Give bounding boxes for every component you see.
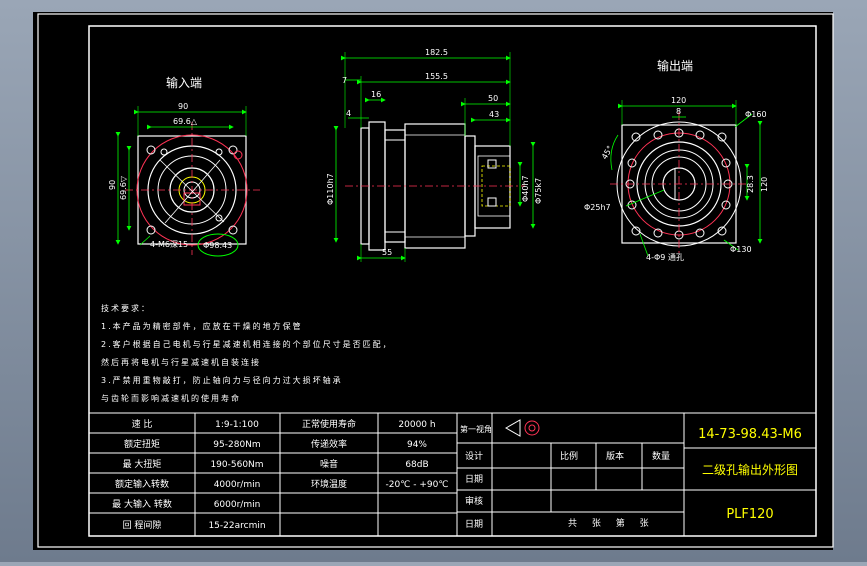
label-review: 审核 bbox=[465, 495, 483, 507]
label-version: 版本 bbox=[606, 450, 624, 462]
spec-r4-c1: 6000r/min bbox=[214, 500, 261, 510]
spec-r5-c1: 15-22arcmin bbox=[208, 521, 265, 531]
notes-line-5: 与齿轮而影响减速机的使用寿命 bbox=[101, 393, 241, 403]
dim-8: 8 bbox=[676, 107, 681, 116]
spec-r1-c3: 94% bbox=[407, 440, 427, 450]
dim-98: Φ98.43 bbox=[203, 241, 232, 250]
dim-110: Φ110h7 bbox=[326, 173, 335, 205]
dim-90-left: 90 bbox=[108, 180, 117, 190]
dim-160: Φ160 bbox=[745, 110, 767, 119]
notes-line-2: 2.客户根据自己电机与行星减速机相连接的个部位尺寸是否匹配， bbox=[101, 339, 393, 349]
dim-50: 50 bbox=[488, 94, 498, 103]
dim-4-holes: 4-Φ9 通孔 bbox=[646, 252, 684, 262]
spec-r2-c1: 190-560Nm bbox=[210, 460, 263, 470]
dim-182-5: 182.5 bbox=[425, 48, 448, 57]
notes-line-3: 然后再将电机与行星减速机自装连接 bbox=[101, 357, 261, 367]
dim-7: 7 bbox=[342, 76, 347, 85]
output-end-title: 输出端 bbox=[657, 58, 693, 73]
spec-r3-c1: 4000r/min bbox=[214, 480, 261, 490]
label-date: 日期 bbox=[465, 519, 483, 530]
dim-m6-holes: 4-M6深15 bbox=[150, 240, 188, 249]
spec-r3-c0: 额定输入转数 bbox=[115, 478, 169, 490]
dim-25: Φ25h7 bbox=[584, 203, 611, 212]
notes-line-4: 3.严禁用重物敲打，防止轴向力与径向力过大损坏轴承 bbox=[101, 375, 343, 385]
spec-r0-c3: 20000 h bbox=[398, 420, 435, 430]
label-design: 设计 bbox=[465, 450, 483, 462]
dim-69-top: 69.6△ bbox=[173, 117, 198, 126]
label-quantity: 数量 bbox=[652, 450, 670, 462]
dim-40: Φ40h7 bbox=[521, 175, 530, 202]
notes-line-0: 技术要求： bbox=[101, 303, 151, 313]
drawing-canvas: 输入端 90 69.6△ 90 69.6▽ 4-M6深15 Φ98.43 182… bbox=[33, 12, 834, 550]
dim-120-top: 120 bbox=[671, 96, 686, 105]
spec-r1-c2: 传递效率 bbox=[311, 438, 347, 450]
drawing-title: 二级孔输出外形图 bbox=[702, 462, 798, 477]
dim-90-top: 90 bbox=[178, 102, 188, 111]
label-check-date: 日期 bbox=[465, 474, 483, 485]
dim-69-left: 69.6▽ bbox=[119, 175, 128, 200]
drawing-number: 14-73-98.43-M6 bbox=[698, 427, 802, 442]
dim-43: 43 bbox=[489, 110, 499, 119]
dim-55: 55 bbox=[382, 248, 392, 257]
dim-120-right: 120 bbox=[760, 177, 769, 192]
spec-r2-c0: 最 大扭矩 bbox=[123, 458, 162, 470]
label-sheets: 共 张 第 张 bbox=[568, 517, 655, 529]
spec-r2-c3: 68dB bbox=[405, 460, 428, 470]
spec-r1-c1: 95-280Nm bbox=[213, 440, 260, 450]
spec-r2-c2: 噪音 bbox=[320, 458, 338, 470]
dim-16: 16 bbox=[371, 90, 381, 99]
spec-r4-c0: 最 大输入 转数 bbox=[112, 498, 172, 510]
spec-r0-c1: 1:9-1:100 bbox=[215, 420, 259, 430]
cad-window: 输入端 90 69.6△ 90 69.6▽ 4-M6深15 Φ98.43 182… bbox=[0, 0, 867, 562]
spec-r5-c0: 回 程间隙 bbox=[123, 519, 162, 531]
dim-130: Φ130 bbox=[730, 245, 752, 254]
spec-r0-c0: 速 比 bbox=[132, 418, 153, 430]
dim-155-5: 155.5 bbox=[425, 72, 448, 81]
input-end-title: 输入端 bbox=[166, 75, 202, 90]
spec-r0-c2: 正常使用寿命 bbox=[302, 418, 356, 430]
spec-r1-c0: 额定扭矩 bbox=[124, 438, 160, 450]
dim-75: Φ75k7 bbox=[534, 178, 543, 204]
dim-4: 4 bbox=[346, 109, 351, 118]
projection-label: 第一视角 bbox=[460, 424, 492, 434]
notes-line-1: 1.本产品为精密部件，应放在干燥的地方保管 bbox=[101, 321, 303, 331]
spec-r3-c3: -20℃ - +90℃ bbox=[386, 480, 449, 490]
spec-r3-c2: 环境温度 bbox=[311, 478, 347, 490]
label-scale: 比例 bbox=[560, 450, 578, 462]
model-number: PLF120 bbox=[726, 507, 773, 522]
dim-28-3: 28.3 bbox=[746, 175, 755, 193]
